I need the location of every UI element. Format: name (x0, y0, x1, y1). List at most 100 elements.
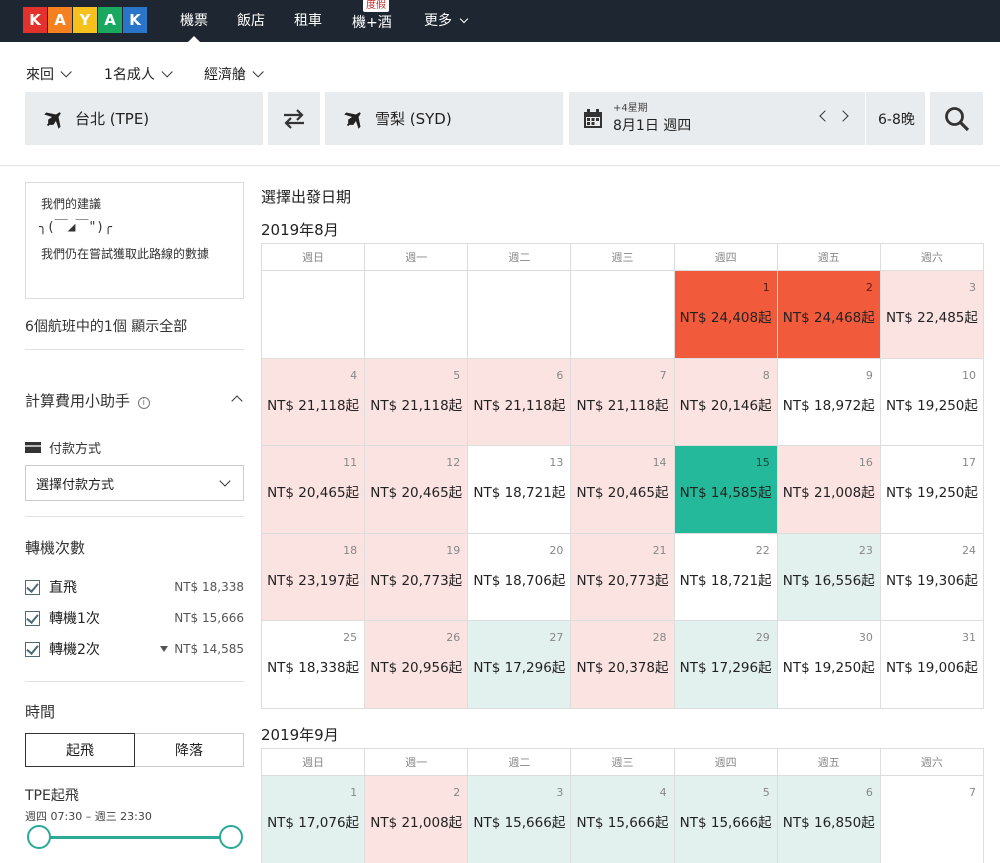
nav-flights[interactable]: 機票 (180, 10, 208, 43)
calendar-day[interactable]: 10 NT$ 19,250起 (880, 358, 984, 446)
calendar-day[interactable]: 18 NT$ 23,197起 (262, 533, 366, 621)
time-slider-track[interactable] (39, 836, 231, 839)
calendar-empty-day (365, 271, 469, 359)
nav-more-label: 更多 (424, 13, 452, 29)
destination-field[interactable]: 雪梨 (SYD) (325, 92, 563, 145)
day-number: 22 (755, 543, 770, 557)
calendar-day[interactable]: 2 NT$ 24,468起 (777, 271, 881, 359)
date-hint: +4星期 (613, 102, 648, 114)
day-number: 7 (659, 368, 667, 382)
weekday-label: 週五 (777, 749, 881, 776)
calendar-day[interactable]: 6 NT$ 21,118起 (468, 358, 572, 446)
calendar-day[interactable]: 17 NT$ 19,250起 (880, 446, 984, 534)
weekday-label: 週三 (571, 244, 675, 271)
calendar-day[interactable]: 11 NT$ 20,465起 (262, 446, 366, 534)
calendar-day[interactable]: 6 NT$ 16,850起 (777, 776, 881, 863)
origin-field[interactable]: 台北 (TPE) (25, 92, 263, 145)
calendar-day[interactable]: 23 NT$ 16,556起 (777, 533, 881, 621)
chevron-down-icon (460, 14, 469, 24)
swap-button[interactable] (268, 92, 320, 145)
show-all-link[interactable]: 顯示全部 (131, 319, 187, 335)
calendar-day[interactable]: 26 NT$ 20,956起 (365, 621, 469, 709)
calendar-day[interactable]: 3 NT$ 15,666起 (468, 776, 572, 863)
prev-date-button[interactable] (819, 110, 831, 122)
calendar-day[interactable]: 31 NT$ 19,006起 (880, 621, 984, 709)
calendar-day[interactable]: 30 NT$ 19,250起 (777, 621, 881, 709)
kayak-logo[interactable]: KAYAK (23, 7, 148, 33)
month-calendar-sep: 週日 週一 週二 週三 週四 週五 週六 1 NT$ 17,076起 2 NT$ 21,008起 3… (261, 748, 984, 863)
travelers-dropdown[interactable]: 1名成人 (104, 64, 173, 84)
divider (25, 516, 244, 517)
calendar-day[interactable]: 24 NT$ 19,306起 (880, 533, 984, 621)
calendar-day[interactable]: 5 NT$ 15,666起 (674, 776, 778, 863)
calendar-day[interactable]: 5 NT$ 21,118起 (365, 358, 469, 446)
day-price: NT$ 14,585起 (679, 485, 772, 501)
weekday-label: 週二 (468, 749, 572, 776)
calendar-day[interactable]: 8 NT$ 20,146起 (674, 358, 778, 446)
calendar-day[interactable]: 14 NT$ 20,465起 (571, 446, 675, 534)
calendar-day[interactable]: 19 NT$ 20,773起 (365, 533, 469, 621)
calendar-day[interactable]: 1 NT$ 17,076起 (262, 776, 366, 863)
checkbox[interactable] (25, 641, 40, 657)
calendar-icon (584, 108, 602, 128)
fee-assistant-header[interactable]: 計算費用小助手 i (25, 390, 150, 411)
time-slider-max-handle[interactable] (219, 825, 243, 849)
stop-option-direct[interactable]: 直飛 NT$ 18,338 (25, 577, 244, 597)
trip-type-dropdown[interactable]: 來回 (26, 64, 72, 84)
payment-method-select[interactable]: 選擇付款方式 (25, 465, 244, 501)
stop-option-1[interactable]: 轉機1次 NT$ 15,666 (25, 608, 244, 628)
date-field[interactable]: +4星期 8月1日 週四 6-8晚 (569, 92, 925, 145)
time-slider-min-handle[interactable] (27, 825, 51, 849)
calendar-day[interactable]: 25 NT$ 18,338起 (262, 621, 366, 709)
checkbox[interactable] (25, 610, 40, 626)
calendar-day[interactable]: 7 NT$ 21,118起 (571, 358, 675, 446)
calendar-day[interactable]: 21 NT$ 20,773起 (571, 533, 675, 621)
search-button[interactable] (930, 92, 983, 145)
nav-hotels[interactable]: 飯店 (237, 10, 265, 30)
calendar-day[interactable]: 3 NT$ 22,485起 (880, 271, 984, 359)
day-number: 4 (659, 786, 667, 799)
calendar-day[interactable]: 4 NT$ 15,666起 (571, 776, 675, 863)
calendar-day[interactable]: 9 NT$ 18,972起 (777, 358, 881, 446)
tab-depart[interactable]: 起飛 (25, 733, 135, 767)
calendar-day[interactable]: 28 NT$ 20,378起 (571, 621, 675, 709)
month-title: 2019年9月 (261, 726, 339, 744)
nav-cars[interactable]: 租車 (294, 10, 322, 30)
chevron-down-icon (252, 66, 264, 78)
calendar-day[interactable]: 27 NT$ 17,296起 (468, 621, 572, 709)
calendar-day[interactable]: 1 NT$ 24,408起 (674, 271, 778, 359)
nav-packages[interactable]: 機+酒 (352, 12, 392, 32)
day-number: 2 (453, 786, 461, 799)
calendar-day[interactable]: 12 NT$ 20,465起 (365, 446, 469, 534)
calendar-empty-day (262, 271, 366, 359)
cabin-dropdown[interactable]: 經濟艙 (204, 64, 264, 84)
date-value: 8月1日 週四 (613, 117, 692, 134)
stop-label: 轉機1次 (49, 611, 100, 627)
calendar-day[interactable]: 4 NT$ 21,118起 (262, 358, 366, 446)
day-price: NT$ 18,721起 (473, 485, 566, 501)
checkbox[interactable] (25, 579, 40, 595)
trip-type-label: 來回 (26, 67, 54, 83)
calendar-day[interactable]: 7 (880, 776, 984, 863)
calendar-day[interactable]: 16 NT$ 21,008起 (777, 446, 881, 534)
time-title: 時間 (25, 703, 56, 721)
suggestion-face: ╮(￣◢￣")╭ (39, 220, 112, 235)
month-calendar-aug: 週日 週一 週二 週三 週四 週五 週六 1 NT$ 24,408起 2 NT$ 24,468起 3… (261, 243, 984, 709)
stop-label: 直飛 (49, 580, 77, 596)
calendar-day[interactable]: 2 NT$ 21,008起 (365, 776, 469, 863)
weekday-label: 週一 (365, 749, 469, 776)
duration-value[interactable]: 6-8晚 (878, 109, 915, 129)
stop-option-2[interactable]: 轉機2次 NT$ 14,585 (25, 639, 244, 659)
chevron-up-icon[interactable] (231, 395, 243, 407)
cabin-label: 經濟艙 (204, 67, 246, 83)
nav-more[interactable]: 更多 (424, 10, 469, 30)
calendar-day[interactable]: 20 NT$ 18,706起 (468, 533, 572, 621)
calendar-day[interactable]: 29 NT$ 17,296起 (674, 621, 778, 709)
calendar-day[interactable]: 13 NT$ 18,721起 (468, 446, 572, 534)
weekday-label: 週二 (468, 244, 572, 271)
tab-arrive[interactable]: 降落 (135, 733, 244, 767)
payment-method-label: 付款方式 (49, 442, 102, 457)
next-date-button[interactable] (837, 110, 849, 122)
calendar-day[interactable]: 15 NT$ 14,585起 (674, 446, 778, 534)
calendar-day[interactable]: 22 NT$ 18,721起 (674, 533, 778, 621)
